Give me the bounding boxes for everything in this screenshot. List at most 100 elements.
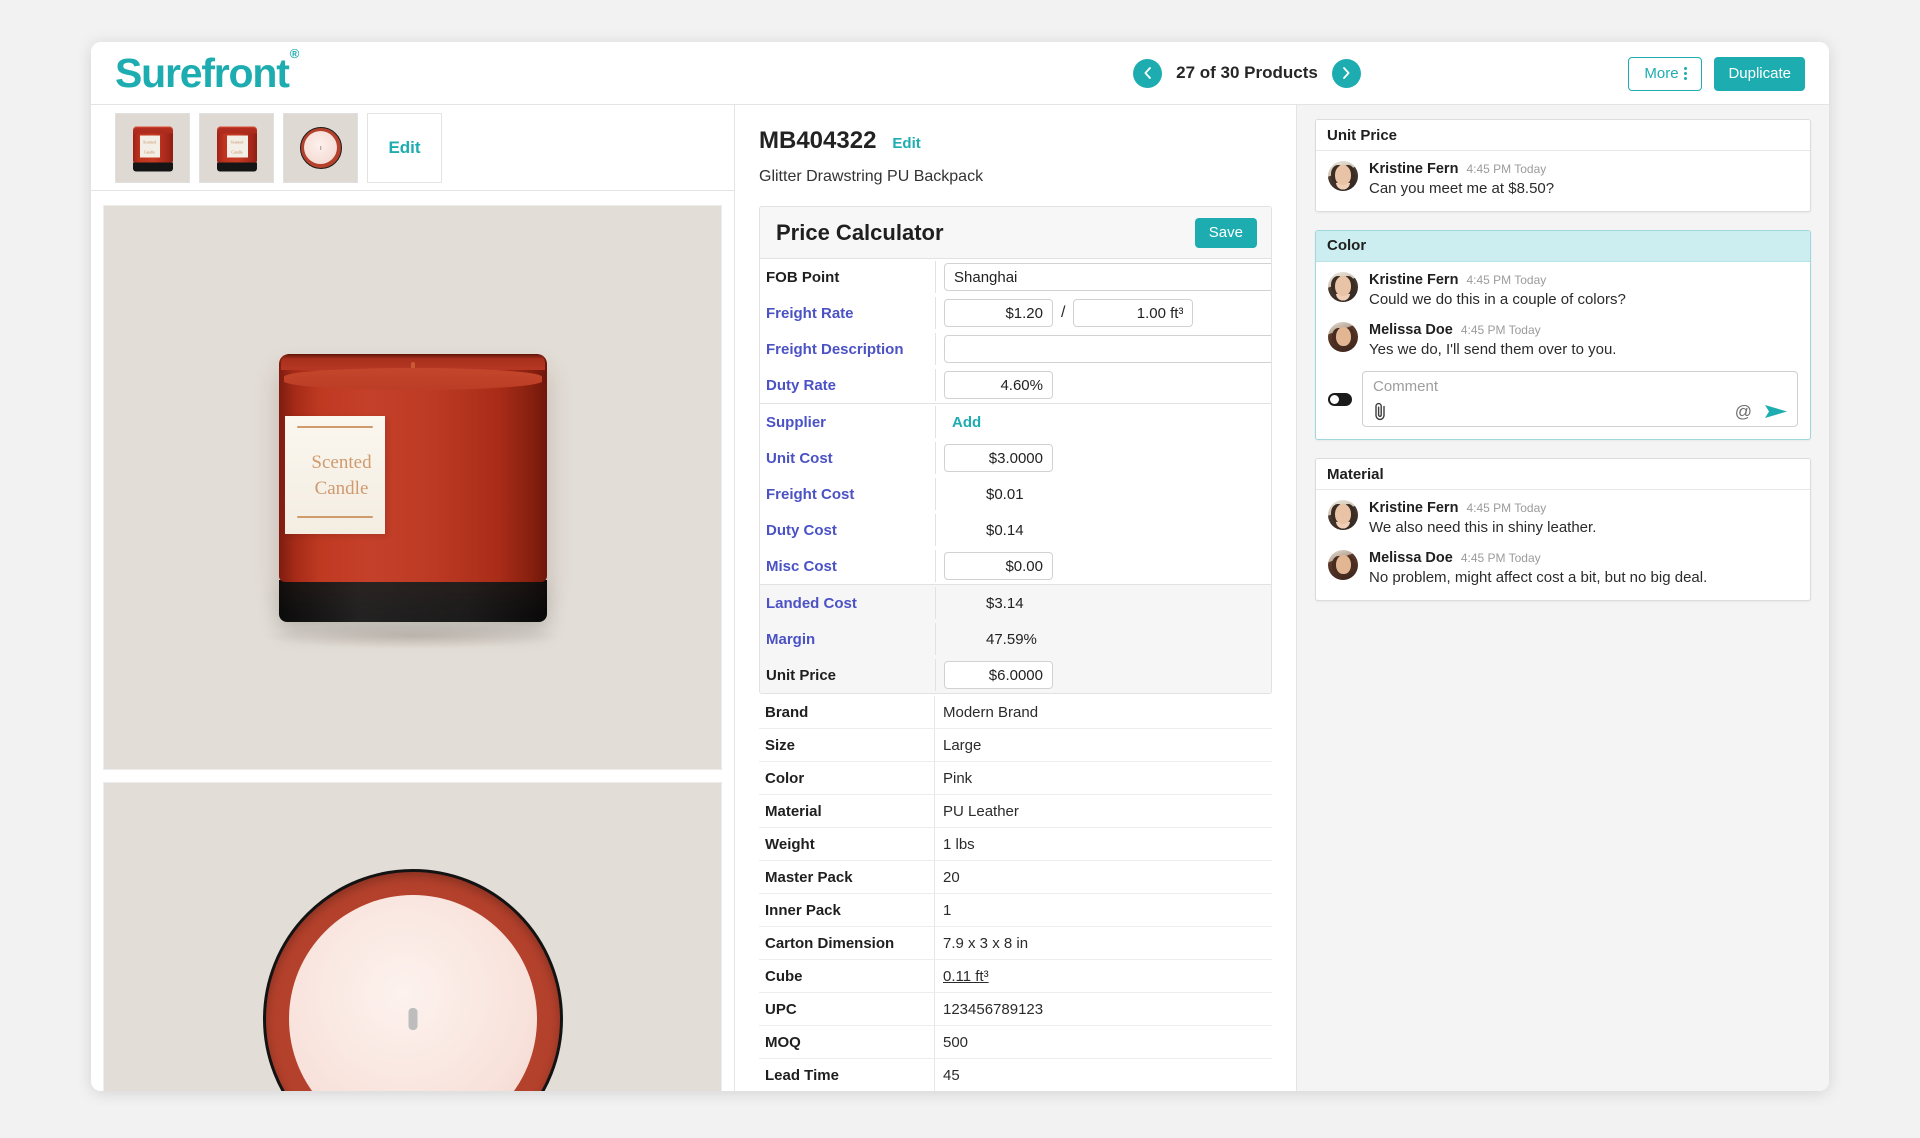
- at-icon[interactable]: @: [1735, 403, 1752, 420]
- calc-label-freight-cost: Freight Cost: [760, 478, 936, 510]
- attr-value-moq[interactable]: 500: [935, 1026, 1272, 1058]
- chevron-right-icon: [1343, 67, 1350, 79]
- attr-value-master-pack[interactable]: 20: [935, 861, 1272, 893]
- freight-rate-unit-input[interactable]: [1073, 299, 1194, 327]
- message-text: Yes we do, I'll send them over to you.: [1369, 340, 1617, 358]
- duty-cost-value: $0.14: [986, 521, 1024, 539]
- thread-body-material: Kristine Fern 4:45 PM Today We also need…: [1316, 490, 1810, 600]
- attr-key-upc: UPC: [759, 993, 935, 1025]
- freight-rate-input[interactable]: [944, 299, 1053, 327]
- list-item: Melissa Doe 4:45 PM Today No problem, mi…: [1328, 550, 1798, 588]
- attr-key-lead-time: Lead Time: [759, 1059, 935, 1091]
- surefront-logo[interactable]: Surefront®: [115, 47, 299, 96]
- attr-value-brand[interactable]: Modern Brand: [935, 696, 1272, 728]
- attr-value-carton-dimension[interactable]: 7.9 x 3 x 8 in: [935, 927, 1272, 959]
- candle-shadow: [262, 623, 563, 649]
- send-icon[interactable]: [1764, 403, 1788, 420]
- attr-value-upc[interactable]: 123456789123: [935, 993, 1272, 1025]
- message-text: No problem, might affect cost a bit, but…: [1369, 569, 1708, 586]
- calc-label-freight-description: Freight Description: [760, 333, 936, 365]
- calc-row-misc-cost: Misc Cost: [760, 548, 1271, 584]
- attr-value-color[interactable]: Pink: [935, 762, 1272, 794]
- product-sku: MB404322: [759, 127, 877, 154]
- comment-tools: @: [1363, 402, 1797, 426]
- avatar: [1328, 500, 1358, 531]
- comment-thread-color[interactable]: Color Kristine Fern 4:45 PM Today Could …: [1315, 229, 1811, 441]
- attr-value-material[interactable]: PU Leather: [935, 795, 1272, 827]
- list-item: Melissa Doe 4:45 PM Today Yes we do, I'l…: [1328, 321, 1798, 360]
- message-author: Kristine Fern: [1369, 161, 1459, 177]
- unit-price-input[interactable]: [944, 661, 1053, 689]
- edit-sku-link[interactable]: Edit: [892, 135, 920, 152]
- attr-key-master-pack: Master Pack: [759, 861, 935, 893]
- comment-input[interactable]: [1363, 372, 1797, 396]
- thumb-label-line2: Candle: [143, 149, 156, 155]
- message-timestamp: 4:45 PM Today: [1466, 501, 1547, 516]
- list-item: Kristine Fern 4:45 PM Today Could we do …: [1328, 271, 1798, 310]
- attr-key-size: Size: [759, 729, 935, 761]
- thread-body-unit-price: Kristine Fern 4:45 PM Today Can you meet…: [1316, 151, 1810, 211]
- app-window: Surefront® 27 of 30 Products More Duplic…: [91, 42, 1829, 1091]
- calculator-group-costs: Supplier Add Unit Cost Freight Cost $0.0…: [760, 403, 1271, 584]
- attr-value-inner-pack[interactable]: 1: [935, 894, 1272, 926]
- logo-text: Surefront: [115, 49, 290, 96]
- comment-thread-material[interactable]: Material Kristine Fern 4:45 PM Today We …: [1315, 458, 1811, 601]
- prev-product-button[interactable]: [1133, 58, 1163, 88]
- calc-row-freight-description: Freight Description: [760, 331, 1271, 367]
- table-row: MOQ 500: [759, 1026, 1272, 1059]
- paperclip-icon[interactable]: [1372, 402, 1389, 421]
- candle-side-illustration: Scented Candle: [132, 126, 173, 172]
- calc-row-duty-cost: Duty Cost $0.14: [760, 512, 1271, 548]
- calc-label-margin: Margin: [760, 623, 936, 655]
- edit-images-button[interactable]: Edit: [367, 112, 442, 183]
- table-row: Weight 1 lbs: [759, 828, 1272, 861]
- calc-label-unit-cost: Unit Cost: [760, 442, 936, 474]
- attr-key-color: Color: [759, 762, 935, 794]
- attr-value-cube[interactable]: 0.11 ft³: [935, 960, 1272, 992]
- thumbnail-candle-top[interactable]: [283, 112, 358, 183]
- product-image-secondary[interactable]: [103, 782, 722, 1091]
- thread-title-color: Color: [1316, 230, 1810, 262]
- message-text: We also need this in shiny leather.: [1369, 519, 1597, 537]
- message-timestamp: 4:45 PM Today: [1466, 272, 1547, 287]
- thread-body-color: Kristine Fern 4:45 PM Today Could we do …: [1316, 262, 1810, 440]
- fob-point-input[interactable]: [944, 263, 1271, 291]
- thumbnail-candle-side-front[interactable]: Scented Candle: [199, 112, 274, 183]
- calc-row-freight-rate: Freight Rate /: [760, 295, 1271, 331]
- add-supplier-link[interactable]: Add: [944, 414, 981, 431]
- comment-thread-list: Unit Price Kristine Fern 4:45 PM Today C…: [1315, 119, 1811, 601]
- candle-top-large: [262, 869, 563, 1091]
- calculator-group-totals: Landed Cost $3.14 Margin 47.59% Unit Pri…: [760, 584, 1271, 693]
- avatar: [1328, 550, 1358, 580]
- duty-rate-input[interactable]: [944, 371, 1053, 399]
- attr-key-material: Material: [759, 795, 935, 827]
- table-row: Color Pink: [759, 762, 1272, 795]
- thumbnail-candle-side-left[interactable]: Scented Candle: [115, 112, 190, 183]
- freight-rate-separator: /: [1061, 304, 1066, 321]
- next-product-button[interactable]: [1331, 58, 1361, 88]
- calc-row-freight-cost: Freight Cost $0.01: [760, 476, 1271, 512]
- candle-side-large: Scented Candle: [278, 353, 547, 622]
- more-button[interactable]: More: [1628, 56, 1703, 91]
- duplicate-button[interactable]: Duplicate: [1714, 56, 1805, 91]
- freight-description-input[interactable]: [944, 335, 1271, 363]
- comment-thread-unit-price[interactable]: Unit Price Kristine Fern 4:45 PM Today C…: [1315, 119, 1811, 212]
- calc-label-unit-price: Unit Price: [760, 659, 936, 691]
- comment-composer: @: [1328, 371, 1798, 428]
- attr-value-lead-time[interactable]: 45: [935, 1059, 1272, 1091]
- save-button[interactable]: Save: [1194, 217, 1257, 248]
- logo-trademark: ®: [289, 45, 300, 61]
- unit-cost-input[interactable]: [944, 444, 1053, 472]
- thumbnail-strip: Scented Candle Scented Candle Edit: [91, 105, 734, 191]
- misc-cost-input[interactable]: [944, 552, 1053, 580]
- price-calculator-header: Price Calculator Save: [760, 207, 1271, 259]
- details-panel: MB404322 Edit Glitter Drawstring PU Back…: [735, 105, 1297, 1091]
- product-image-primary[interactable]: Scented Candle: [103, 205, 722, 770]
- calc-row-unit-price: Unit Price: [760, 657, 1271, 693]
- attr-value-size[interactable]: Large: [935, 729, 1272, 761]
- avatar: [1328, 271, 1358, 302]
- internal-comment-toggle[interactable]: [1328, 392, 1352, 406]
- product-description: Glitter Drawstring PU Backpack: [759, 168, 984, 185]
- gallery-panel: Scented Candle Scented Candle Edit Scent…: [91, 105, 735, 1091]
- attr-value-weight[interactable]: 1 lbs: [935, 828, 1272, 860]
